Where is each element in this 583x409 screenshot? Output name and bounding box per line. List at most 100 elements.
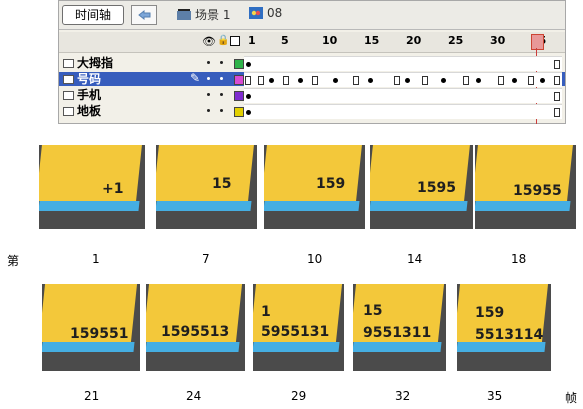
keyframe[interactable] [405, 78, 410, 83]
back-button[interactable] [131, 5, 157, 25]
layer-color-swatch[interactable] [234, 107, 244, 117]
keyframe[interactable] [333, 78, 338, 83]
layer-name: 号码 [77, 72, 102, 86]
keyframe[interactable] [246, 110, 251, 115]
phone-number-text: 15 9551311 [363, 303, 432, 341]
keyframe[interactable] [476, 78, 481, 83]
frame-box[interactable] [245, 76, 251, 85]
layer-name: 大拇指 [77, 56, 114, 70]
scene-icon [177, 9, 191, 21]
frame-thumbnail: 159551 [42, 284, 140, 371]
frame-number: 32 [395, 389, 411, 403]
ruler-label: 15 [364, 34, 380, 47]
layer-icon [63, 91, 74, 100]
layer-color-swatch[interactable] [234, 91, 244, 101]
frame-thumbnail: 1595 [370, 145, 473, 229]
keyframe[interactable] [246, 62, 251, 67]
timeline-toolbar: 时间轴 场景 1 08 [59, 1, 565, 30]
keyframe[interactable] [512, 78, 517, 83]
frame-number: 35 [487, 389, 503, 403]
arrow-left-icon [138, 9, 151, 21]
visibility-state[interactable] [207, 77, 210, 80]
keyframe[interactable] [298, 78, 303, 83]
layer-row[interactable]: 大拇指 [59, 56, 565, 71]
frame-box[interactable] [394, 76, 400, 85]
frame-track[interactable] [244, 72, 562, 87]
eye-icon[interactable]: 👁 [202, 35, 216, 48]
symbol-breadcrumb[interactable]: 08 [249, 6, 282, 20]
frame-thumbnail: 1 5955131 [253, 284, 344, 371]
frame-track[interactable] [244, 104, 562, 119]
ruler-label: 10 [322, 34, 338, 47]
frame-box[interactable] [463, 76, 469, 85]
lock-state[interactable] [220, 61, 223, 64]
visibility-state[interactable] [207, 109, 210, 112]
visibility-state[interactable] [207, 93, 210, 96]
lock-icon[interactable]: 🔒 [217, 35, 229, 46]
end-frame[interactable] [554, 92, 560, 101]
frame-number: 29 [291, 389, 307, 403]
frame-number: 21 [84, 389, 100, 403]
keyframe[interactable] [246, 94, 251, 99]
layer-row-selected[interactable]: 号码 ✎ [59, 71, 565, 87]
frame-track[interactable] [244, 56, 562, 71]
frame-thumbnail: 15955 [475, 145, 576, 229]
phone-screen-stripe [264, 201, 360, 211]
playhead[interactable] [531, 34, 544, 50]
frame-number: 7 [202, 252, 210, 266]
phone-screen-stripe [146, 342, 240, 352]
ruler-label: 25 [448, 34, 464, 47]
frame-number: 18 [511, 252, 527, 266]
end-frame[interactable] [554, 76, 560, 85]
phone-number-text: 15 [212, 176, 232, 192]
ruler-label: 20 [406, 34, 422, 47]
phone-number-text: 1595 [417, 180, 456, 196]
layer-name: 手机 [77, 88, 102, 102]
layer-color-swatch[interactable] [234, 75, 244, 85]
layer-color-swatch[interactable] [234, 59, 244, 69]
movieclip-icon [249, 7, 263, 19]
frame-box[interactable] [312, 76, 318, 85]
phone-number-text: 1595513 [161, 324, 230, 340]
frame-number: 14 [407, 252, 423, 266]
keyframe[interactable] [540, 78, 545, 83]
frame-track[interactable] [244, 88, 562, 103]
keyframe[interactable] [368, 78, 373, 83]
frame-box[interactable] [353, 76, 359, 85]
ruler-label: 30 [490, 34, 506, 47]
scene-breadcrumb[interactable]: 场景 1 [177, 6, 230, 23]
frame-thumbnail: 1595513 [146, 284, 245, 371]
end-frame[interactable] [554, 60, 560, 69]
phone-screen [39, 145, 142, 201]
frame-box[interactable] [258, 76, 264, 85]
frame-number: 10 [307, 252, 323, 266]
frame-box[interactable] [422, 76, 428, 85]
phone-number-text: 159 5513114 [475, 305, 544, 343]
phone-screen-stripe [156, 201, 252, 211]
keyframe[interactable] [269, 78, 274, 83]
outline-icon[interactable] [230, 36, 240, 46]
phone-screen-stripe [370, 201, 468, 211]
frame-box[interactable] [528, 76, 534, 85]
layer-row[interactable]: 手机 [59, 88, 565, 103]
phone-screen-stripe [42, 342, 135, 352]
frame-box[interactable] [498, 76, 504, 85]
lock-state[interactable] [220, 77, 223, 80]
lock-state[interactable] [220, 109, 223, 112]
frame-thumbnail: 15 9551311 [353, 284, 446, 371]
timeline-header: 👁 🔒 1 5 10 15 20 25 30 35 [59, 32, 565, 53]
ruler-label: 5 [281, 34, 289, 47]
frame-box[interactable] [283, 76, 289, 85]
frame-label-suffix: 帧 [565, 391, 578, 405]
layer-row[interactable]: 地板 [59, 104, 565, 119]
phone-number-text: 159551 [70, 326, 129, 342]
phone-screen-stripe [475, 201, 571, 211]
phone-screen-stripe [39, 201, 140, 211]
end-frame[interactable] [554, 108, 560, 117]
timeline-button[interactable]: 时间轴 [62, 5, 124, 25]
frame-number: 1 [92, 252, 100, 266]
visibility-state[interactable] [207, 61, 210, 64]
symbol-label: 08 [267, 6, 283, 20]
lock-state[interactable] [220, 93, 223, 96]
keyframe[interactable] [441, 78, 446, 83]
